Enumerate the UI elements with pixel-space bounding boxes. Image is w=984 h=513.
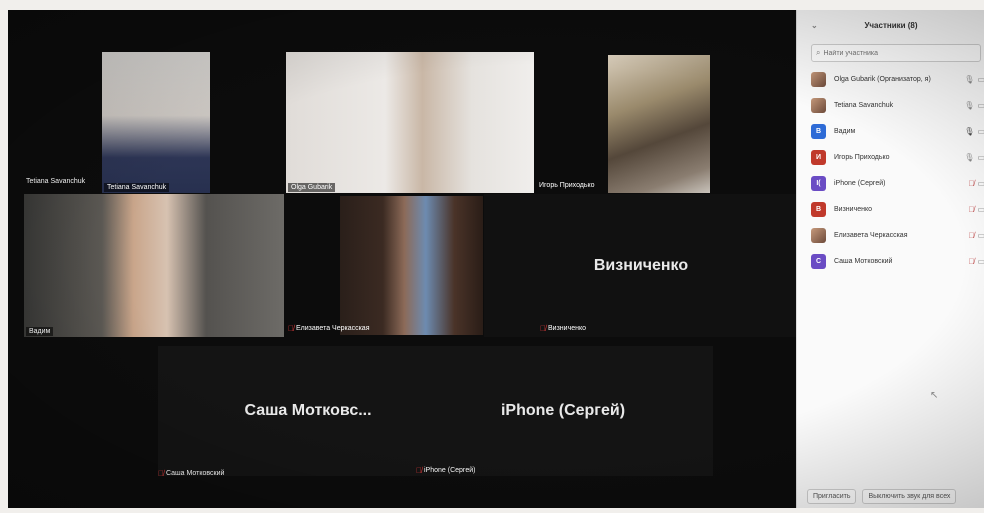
participant-name: Игорь Приходько [834, 153, 890, 161]
video-tile-igor[interactable] [608, 55, 710, 193]
participant-name: Визниченко [834, 205, 873, 213]
video-feed [608, 55, 710, 193]
participant-row[interactable]: Елизавета Черкасская 🎙̸ ▭ [797, 222, 984, 248]
microphone-off-icon[interactable]: 🎙̸ [968, 231, 974, 240]
avatar [811, 97, 826, 113]
participant-display-name: iPhone (Сергей) [500, 402, 626, 419]
tile-name-label: Вадим [26, 327, 54, 336]
tile-name-label: Olga Gubarik [288, 183, 336, 192]
video-camera-off-icon[interactable]: ▭ [977, 205, 984, 214]
tile-caption-tetiana: Tetiana Savanchuk [26, 178, 86, 185]
participants-list: Olga Gubarik (Организатор, я) 🎙 ▭ Tetiana… [797, 66, 984, 274]
video-camera-off-icon[interactable]: ▭ [977, 179, 984, 188]
video-camera-icon[interactable]: ▭ [977, 153, 984, 162]
row-icons: 🎙 ▭ [964, 101, 984, 110]
avatar [811, 227, 826, 243]
tile-caption-igor: Игорь Приходько [539, 182, 595, 189]
tile-viznichenko[interactable]: Визниченко [484, 194, 798, 337]
avatar: В [811, 123, 826, 139]
zoom-meeting-screen: Tetiana Savanchuk Tetiana Savanchuk Olga… [8, 10, 984, 508]
row-icons: 🎙 ▭ [964, 153, 984, 162]
microphone-icon[interactable]: 🎙 [964, 75, 974, 84]
microphone-off-icon[interactable]: 🎙̸ [968, 205, 974, 214]
row-icons: 🎙̸ ▭ [968, 205, 984, 214]
participants-title: Участники (8) [864, 20, 918, 30]
avatar [811, 71, 826, 87]
participant-row[interactable]: Olga Gubarik (Организатор, я) 🎙 ▭ [797, 66, 984, 92]
avatar: В [811, 201, 826, 217]
tile-name-label: Елизавета Черкасская [296, 325, 370, 332]
tile-caption-elizaveta: 🎙̸ Елизавета Черкасская [288, 324, 370, 333]
row-icons: 🎙 ▭ [964, 127, 984, 136]
microphone-off-icon: 🎙̸ [416, 466, 422, 475]
tile-iphone-sergey[interactable]: iPhone (Сергей) [413, 346, 713, 476]
participant-row[interactable]: I( iPhone (Сергей) 🎙̸ ▭ [797, 170, 984, 196]
video-tile-tetiana[interactable]: Tetiana Savanchuk [102, 52, 210, 193]
video-feed [286, 52, 534, 193]
participant-row[interactable]: И Игорь Приходько 🎙 ▭ [797, 144, 984, 170]
video-tile-elizaveta[interactable] [340, 196, 483, 335]
video-camera-off-icon[interactable]: ▭ [977, 257, 984, 266]
microphone-off-icon: 🎙̸ [540, 324, 546, 333]
microphone-off-icon: 🎙̸ [158, 469, 164, 478]
tile-name-label: Саша Мотковский [166, 470, 225, 477]
microphone-off-icon: 🎙̸ [288, 324, 294, 333]
avatar: И [811, 149, 826, 165]
gallery-view: Tetiana Savanchuk Tetiana Savanchuk Olga… [8, 10, 798, 508]
participant-name: Вадим [834, 127, 856, 135]
video-feed [340, 196, 483, 335]
microphone-off-icon[interactable]: 🎙̸ [968, 179, 974, 188]
video-camera-icon[interactable]: ▭ [977, 75, 984, 84]
avatar: С [811, 253, 826, 269]
tile-name-label: iPhone (Сергей) [424, 467, 476, 474]
video-tile-vadim-active-speaker[interactable]: Вадим [24, 194, 284, 337]
participant-name: Tetiana Savanchuk [834, 101, 894, 109]
participant-row[interactable]: В Визниченко 🎙̸ ▭ [797, 196, 984, 222]
participant-name: Елизавета Черкасская [834, 231, 908, 239]
video-tile-olga[interactable]: Olga Gubarik [286, 52, 534, 193]
row-icons: 🎙̸ ▭ [968, 257, 984, 266]
participants-panel: ⌄ Участники (8) ⌕ Olga Gubarik (Организа… [796, 10, 984, 508]
video-camera-icon[interactable]: ▭ [977, 127, 984, 136]
tile-name-label: Визниченко [548, 325, 587, 332]
row-icons: 🎙̸ ▭ [968, 231, 984, 240]
tile-caption-viznichenko: 🎙̸ Визниченко [540, 324, 586, 333]
avatar: I( [811, 175, 826, 191]
invite-button[interactable]: Пригласить [807, 489, 857, 504]
microphone-icon[interactable]: 🎙 [964, 101, 974, 110]
tile-caption-iphone-sergey: 🎙̸ iPhone (Сергей) [416, 466, 475, 475]
mouse-cursor-icon: ↖ [930, 390, 939, 401]
mute-all-button[interactable]: Выключить звук для всех [862, 489, 957, 504]
video-feed [24, 194, 284, 337]
participant-name: iPhone (Сергей) [834, 179, 886, 187]
tile-caption-sasha: 🎙̸ Саша Мотковский [158, 469, 224, 478]
microphone-icon[interactable]: 🎙 [964, 153, 974, 162]
video-camera-off-icon[interactable]: ▭ [977, 231, 984, 240]
participant-row[interactable]: В Вадим 🎙 ▭ [797, 118, 984, 144]
microphone-icon[interactable]: 🎙 [964, 127, 974, 136]
participant-name: Саша Мотковский [834, 257, 893, 265]
participant-search[interactable]: ⌕ [811, 44, 981, 62]
tile-name-label: Tetiana Savanchuk [104, 183, 170, 192]
video-feed [102, 52, 210, 193]
participant-name: Olga Gubarik (Организатор, я) [834, 75, 931, 83]
participants-panel-footer: Пригласить Выключить звук для всех [807, 489, 957, 504]
search-icon: ⌕ [816, 48, 821, 57]
video-camera-icon[interactable]: ▭ [977, 101, 984, 110]
search-input[interactable] [823, 49, 964, 57]
row-icons: 🎙 ▭ [964, 75, 984, 84]
microphone-off-icon[interactable]: 🎙̸ [968, 257, 974, 266]
row-icons: 🎙̸ ▭ [968, 179, 984, 188]
participant-row[interactable]: Tetiana Savanchuk 🎙 ▭ [797, 92, 984, 118]
participant-display-name: Визниченко [593, 256, 689, 274]
participants-panel-header: ⌄ Участники (8) [797, 10, 984, 40]
participant-row[interactable]: С Саша Мотковский 🎙̸ ▭ [797, 248, 984, 274]
